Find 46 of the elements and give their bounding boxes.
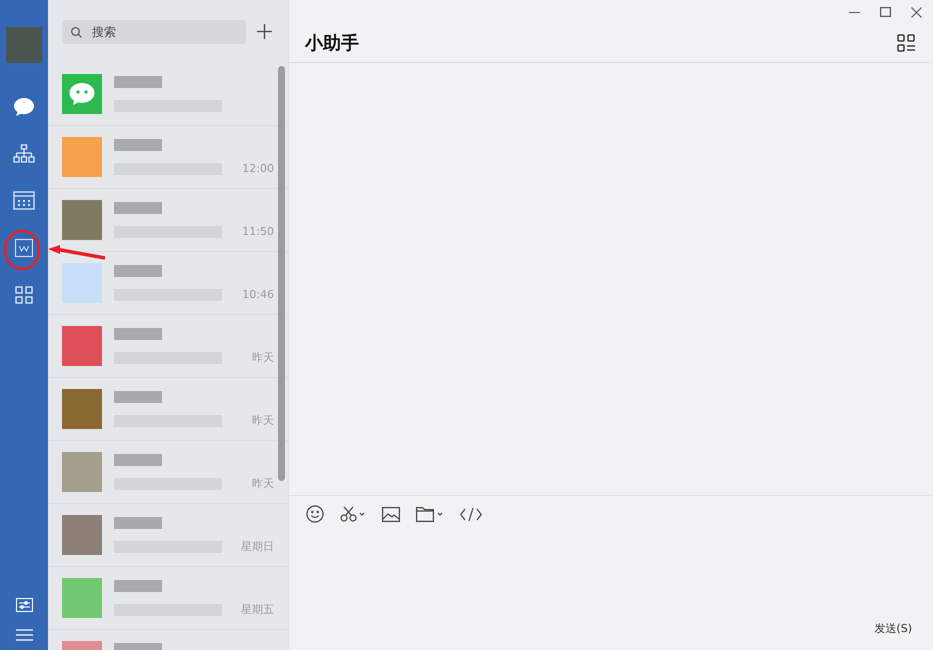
chat-time: 昨天 [252, 412, 274, 428]
close-icon[interactable] [911, 6, 922, 18]
blurred-name [114, 580, 162, 592]
blurred-name [114, 202, 162, 214]
conversation-title: 小助手 [305, 32, 359, 55]
chat-list-item[interactable]: 昨天 [48, 315, 288, 378]
code-icon[interactable] [460, 506, 482, 522]
chat-list-item[interactable]: 10:46 [48, 252, 288, 315]
image-icon[interactable] [382, 506, 400, 522]
scrollbar[interactable] [278, 66, 285, 481]
chat-list-item[interactable]: 12:00 [48, 126, 288, 189]
apps-grid-icon[interactable] [15, 286, 33, 304]
settings-icon[interactable] [16, 598, 32, 612]
search-field[interactable]: 搜索 [62, 20, 246, 44]
folder-icon[interactable] [416, 506, 444, 522]
scissors-icon[interactable] [340, 506, 366, 522]
chat-list-item[interactable]: 昨天 [48, 378, 288, 441]
chat-time: 星期五 [241, 602, 274, 616]
blurred-name [114, 76, 162, 88]
emoji-icon[interactable] [306, 505, 324, 523]
chat-time: 昨天 [252, 476, 274, 490]
menu-icon[interactable] [16, 629, 32, 641]
chat-bubble-icon[interactable] [13, 96, 35, 116]
blurred-name [114, 517, 162, 529]
chat-time: 昨天 [252, 350, 274, 364]
chat-time: 11:50 [242, 224, 274, 238]
org-chart-icon[interactable] [13, 144, 35, 164]
details-icon[interactable] [897, 34, 915, 52]
chat-list-item[interactable]: 星期日 [48, 504, 288, 567]
chat-list-item[interactable]: 昨天 [48, 441, 288, 504]
maximize-icon[interactable] [880, 6, 891, 18]
chat-time: 12:00 [242, 162, 274, 174]
calendar-icon[interactable] [13, 190, 35, 210]
document-icon[interactable] [15, 238, 33, 256]
blurred-name [114, 454, 162, 466]
blurred-name [114, 139, 162, 151]
send-button[interactable]: 发送(S) [874, 621, 912, 636]
chat-time: 10:46 [242, 288, 274, 300]
chat-time: 星期日 [241, 538, 274, 554]
blurred-name [114, 391, 162, 403]
blurred-name [114, 328, 162, 340]
annotation-arrow [48, 245, 106, 260]
blurred-name [114, 265, 162, 277]
chat-list-item[interactable]: 11:50 [48, 189, 288, 252]
chat-list-item[interactable]: 星期五 [48, 567, 288, 630]
add-icon[interactable] [257, 24, 272, 39]
